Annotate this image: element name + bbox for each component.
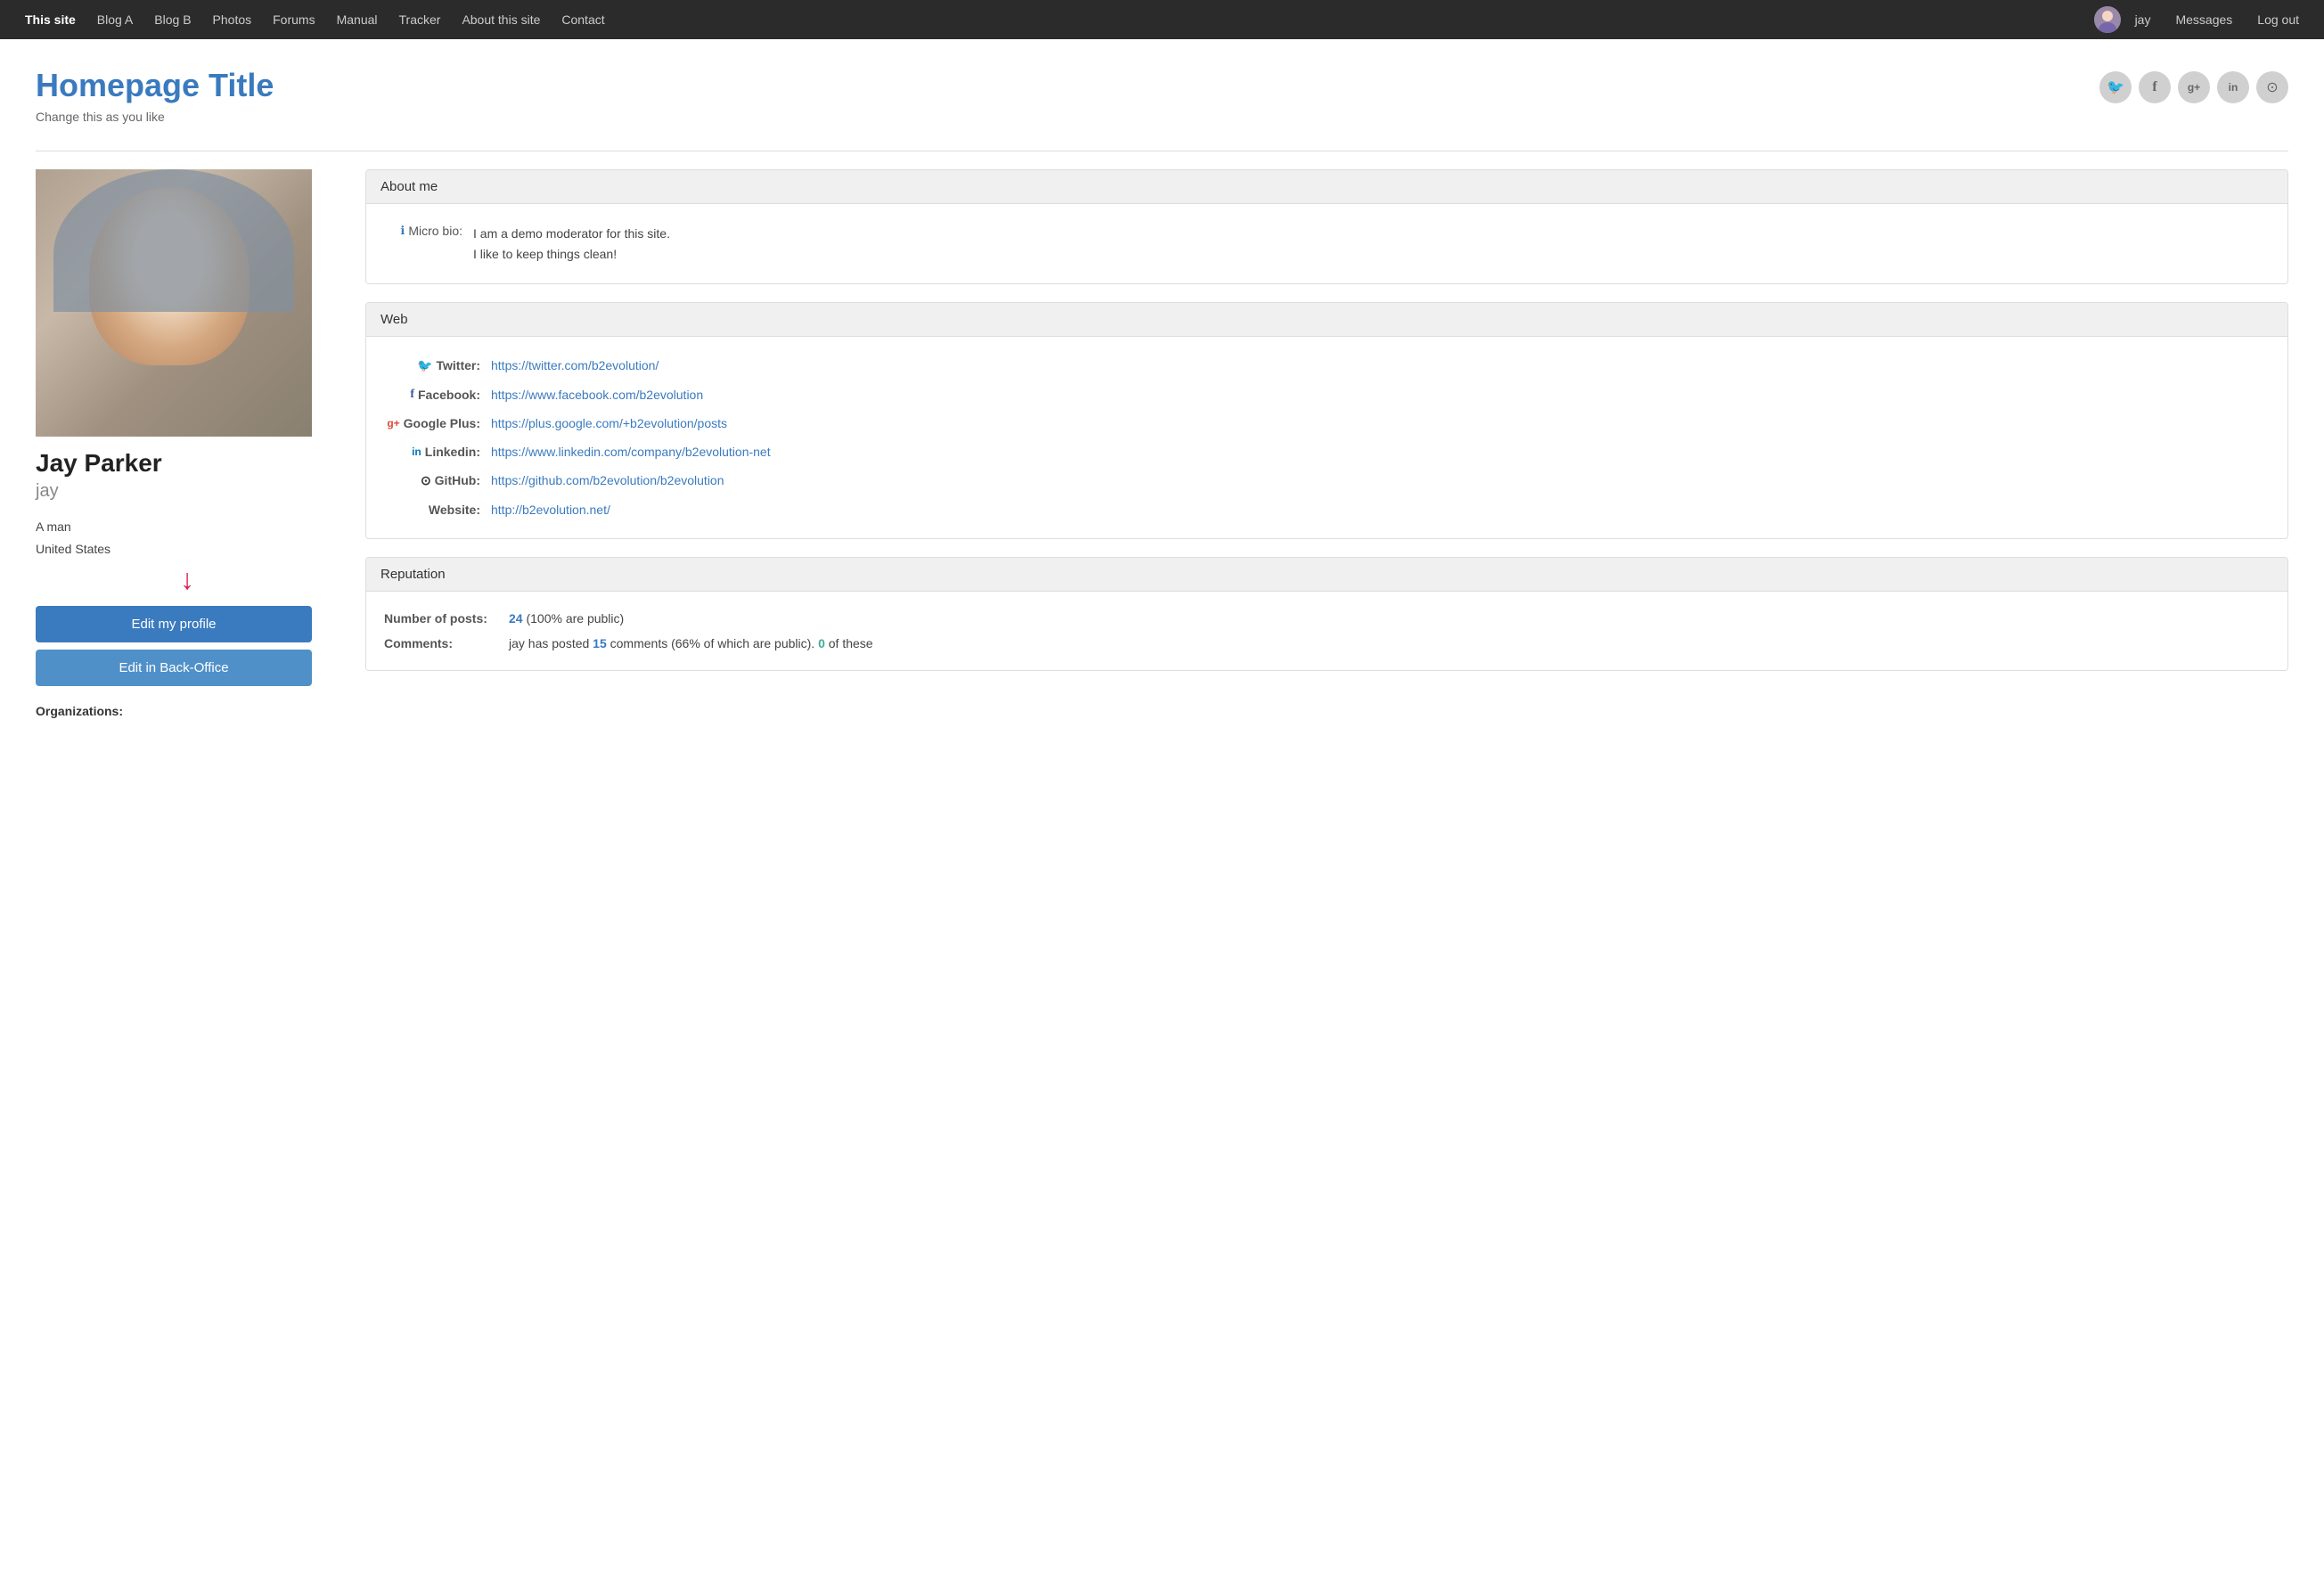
about-me-body: ℹ Micro bio: I am a demo moderator for t… — [366, 204, 2287, 283]
website-link[interactable]: http://b2evolution.net/ — [491, 503, 610, 517]
website-row: Website: http://b2evolution.net/ — [384, 495, 2270, 524]
posts-suffix: (100% are public) — [526, 611, 624, 626]
twitter-link[interactable]: https://twitter.com/b2evolution/ — [491, 358, 659, 372]
nav-photos[interactable]: Photos — [202, 0, 263, 39]
user-section: jay Messages Log out — [2094, 0, 2310, 39]
googleplus-link[interactable]: https://plus.google.com/+b2evolution/pos… — [491, 416, 727, 430]
user-handle: jay — [36, 481, 339, 502]
comments-label: Comments: — [384, 636, 509, 650]
nav-logout[interactable]: Log out — [2246, 0, 2310, 39]
organizations-label: Organizations: — [36, 704, 339, 718]
web-card: Web 🐦 Twitter: https://twitter.com/b2evo… — [365, 302, 2288, 539]
arrow-indicator: ↓ — [36, 565, 339, 593]
nav-brand[interactable]: This site — [14, 0, 86, 39]
linkedin-row: in Linkedin: https://www.linkedin.com/co… — [384, 437, 2270, 466]
about-me-card: About me ℹ Micro bio: I am a demo modera… — [365, 169, 2288, 284]
twitter-social-icon[interactable]: 🐦 — [2099, 71, 2132, 103]
nav-tracker[interactable]: Tracker — [389, 0, 452, 39]
navigation: This site Blog A Blog B Photos Forums Ma… — [0, 0, 2324, 39]
nav-blog-b[interactable]: Blog B — [143, 0, 201, 39]
user-location: United States — [36, 538, 339, 560]
edit-profile-button[interactable]: Edit my profile — [36, 606, 312, 642]
nav-forums[interactable]: Forums — [262, 0, 325, 39]
twitter-row: 🐦 Twitter: https://twitter.com/b2evoluti… — [384, 351, 2270, 380]
user-full-name: Jay Parker — [36, 449, 339, 478]
avatar[interactable] — [2094, 6, 2121, 33]
micro-bio-row: ℹ Micro bio: I am a demo moderator for t… — [384, 218, 2270, 269]
website-label: Website: — [384, 503, 491, 517]
github-row: ⊙ GitHub: https://github.com/b2evolution… — [384, 466, 2270, 495]
twitter-label: 🐦 Twitter: — [384, 358, 491, 373]
left-column: Jay Parker jay A man United States ↓ Edi… — [36, 169, 339, 717]
linkedin-link[interactable]: https://www.linkedin.com/company/b2evolu… — [491, 445, 771, 459]
facebook-label: f Facebook: — [384, 388, 491, 402]
profile-photo — [36, 169, 312, 437]
reputation-body: Number of posts: 24 (100% are public) Co… — [366, 592, 2287, 670]
linkedin-social-icon[interactable]: in — [2217, 71, 2249, 103]
linkedin-label: in Linkedin: — [384, 445, 491, 459]
edit-backoffice-button[interactable]: Edit in Back-Office — [36, 650, 312, 686]
nav-username[interactable]: jay — [2124, 0, 2162, 39]
twitter-row-icon: 🐦 — [417, 358, 432, 373]
linkedin-row-icon: in — [412, 446, 421, 458]
info-icon: ℹ — [400, 224, 405, 238]
googleplus-row-icon: g+ — [387, 417, 399, 429]
user-gender: A man — [36, 516, 339, 538]
reputation-card: Reputation Number of posts: 24 (100% are… — [365, 557, 2288, 671]
nav-blog-a[interactable]: Blog A — [86, 0, 143, 39]
web-header: Web — [366, 303, 2287, 337]
micro-bio-label: ℹ Micro bio: — [384, 224, 473, 238]
social-icons-group: 🐦 f g+ in ⊙ — [2099, 71, 2288, 103]
page-subtitle: Change this as you like — [36, 110, 274, 124]
nav-manual[interactable]: Manual — [326, 0, 389, 39]
github-row-icon: ⊙ — [421, 473, 431, 488]
facebook-link[interactable]: https://www.facebook.com/b2evolution — [491, 388, 703, 402]
web-body: 🐦 Twitter: https://twitter.com/b2evoluti… — [366, 337, 2287, 538]
header-area: Homepage Title Change this as you like 🐦… — [0, 39, 2324, 133]
reputation-header: Reputation — [366, 558, 2287, 592]
user-meta: A man United States — [36, 516, 339, 560]
header-left: Homepage Title Change this as you like — [36, 66, 274, 124]
facebook-row: f Facebook: https://www.facebook.com/b2e… — [384, 380, 2270, 409]
facebook-social-icon[interactable]: f — [2139, 71, 2171, 103]
googleplus-social-icon[interactable]: g+ — [2178, 71, 2210, 103]
nav-about[interactable]: About this site — [451, 0, 551, 39]
posts-value: 24 (100% are public) — [509, 611, 624, 626]
github-link[interactable]: https://github.com/b2evolution/b2evoluti… — [491, 473, 724, 487]
micro-bio-value: I am a demo moderator for this site. I l… — [473, 224, 670, 264]
github-social-icon[interactable]: ⊙ — [2256, 71, 2288, 103]
posts-row: Number of posts: 24 (100% are public) — [384, 606, 2270, 631]
right-column: About me ℹ Micro bio: I am a demo modera… — [365, 169, 2288, 717]
main-content: Jay Parker jay A man United States ↓ Edi… — [0, 169, 2324, 753]
comments-row: Comments: jay has posted 15 comments (66… — [384, 631, 2270, 656]
comments-count2-link[interactable]: 0 — [818, 636, 825, 650]
github-label: ⊙ GitHub: — [384, 473, 491, 488]
comments-value: jay has posted 15 comments (66% of which… — [509, 636, 873, 650]
googleplus-label: g+ Google Plus: — [384, 416, 491, 430]
nav-messages[interactable]: Messages — [2164, 0, 2243, 39]
posts-count-link[interactable]: 24 — [509, 611, 523, 626]
googleplus-row: g+ Google Plus: https://plus.google.com/… — [384, 409, 2270, 437]
facebook-row-icon: f — [410, 388, 414, 402]
comments-count-link[interactable]: 15 — [593, 636, 607, 650]
nav-contact[interactable]: Contact — [551, 0, 615, 39]
posts-label: Number of posts: — [384, 611, 509, 626]
about-me-header: About me — [366, 170, 2287, 204]
page-title: Homepage Title — [36, 66, 274, 104]
